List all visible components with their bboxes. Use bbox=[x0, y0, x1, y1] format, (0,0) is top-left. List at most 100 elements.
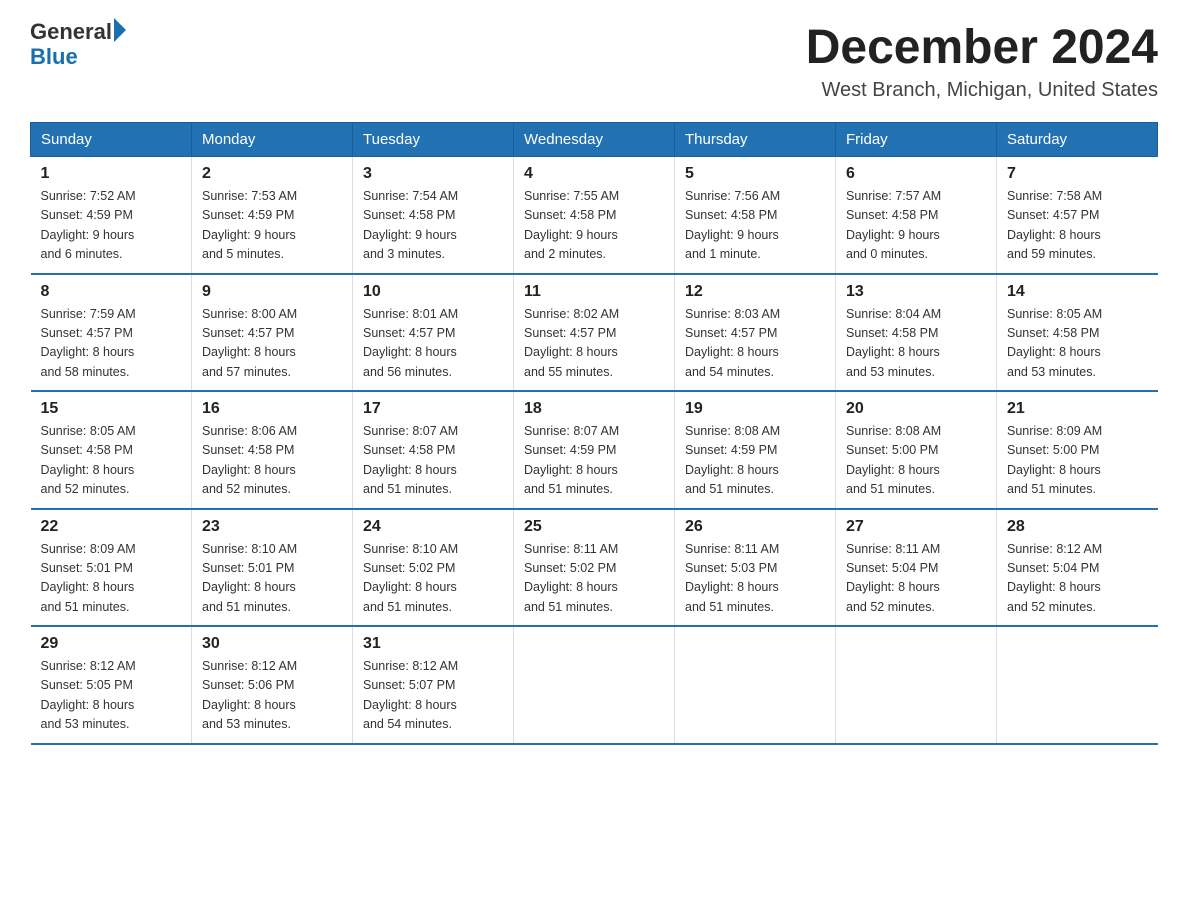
table-row: 4 Sunrise: 7:55 AMSunset: 4:58 PMDaylight… bbox=[514, 157, 675, 274]
day-info: Sunrise: 8:07 AMSunset: 4:59 PMDaylight:… bbox=[524, 422, 664, 500]
table-row: 17 Sunrise: 8:07 AMSunset: 4:58 PMDayligh… bbox=[353, 391, 514, 509]
day-number: 23 bbox=[202, 518, 342, 536]
day-info: Sunrise: 8:08 AMSunset: 4:59 PMDaylight:… bbox=[685, 422, 825, 500]
day-info: Sunrise: 8:11 AMSunset: 5:02 PMDaylight:… bbox=[524, 540, 664, 618]
table-row: 1 Sunrise: 7:52 AMSunset: 4:59 PMDaylight… bbox=[31, 157, 192, 274]
day-number: 17 bbox=[363, 400, 503, 418]
day-info: Sunrise: 8:10 AMSunset: 5:02 PMDaylight:… bbox=[363, 540, 503, 618]
table-row: 15Sunrise: 8:05 AMSunset: 4:58 PMDayligh… bbox=[31, 391, 192, 509]
day-number: 1 bbox=[41, 165, 182, 183]
day-number: 24 bbox=[363, 518, 503, 536]
calendar-week-row: 8Sunrise: 7:59 AMSunset: 4:57 PMDaylight… bbox=[31, 274, 1158, 392]
day-info: Sunrise: 8:08 AMSunset: 5:00 PMDaylight:… bbox=[846, 422, 986, 500]
day-info: Sunrise: 7:55 AMSunset: 4:58 PMDaylight:… bbox=[524, 187, 664, 265]
day-number: 15 bbox=[41, 400, 182, 418]
table-row: 6 Sunrise: 7:57 AMSunset: 4:58 PMDaylight… bbox=[836, 157, 997, 274]
day-info: Sunrise: 8:03 AMSunset: 4:57 PMDaylight:… bbox=[685, 305, 825, 383]
day-number: 20 bbox=[846, 400, 986, 418]
day-info: Sunrise: 8:12 AMSunset: 5:07 PMDaylight:… bbox=[363, 657, 503, 735]
header-sunday: Sunday bbox=[31, 123, 192, 157]
day-info: Sunrise: 7:57 AMSunset: 4:58 PMDaylight:… bbox=[846, 187, 986, 265]
day-number: 13 bbox=[846, 283, 986, 301]
table-row: 21 Sunrise: 8:09 AMSunset: 5:00 PMDayligh… bbox=[997, 391, 1158, 509]
day-number: 9 bbox=[202, 283, 342, 301]
table-row: 14Sunrise: 8:05 AMSunset: 4:58 PMDayligh… bbox=[997, 274, 1158, 392]
day-number: 5 bbox=[685, 165, 825, 183]
day-info: Sunrise: 8:10 AMSunset: 5:01 PMDaylight:… bbox=[202, 540, 342, 618]
table-row: 29Sunrise: 8:12 AMSunset: 5:05 PMDayligh… bbox=[31, 626, 192, 744]
table-row: 12 Sunrise: 8:03 AMSunset: 4:57 PMDayligh… bbox=[675, 274, 836, 392]
table-row: 27 Sunrise: 8:11 AMSunset: 5:04 PMDayligh… bbox=[836, 509, 997, 627]
day-info: Sunrise: 8:12 AMSunset: 5:04 PMDaylight:… bbox=[1007, 540, 1148, 618]
table-row: 22Sunrise: 8:09 AMSunset: 5:01 PMDayligh… bbox=[31, 509, 192, 627]
page-header: General Blue December 2024 West Branch, … bbox=[30, 20, 1158, 102]
table-row: 5 Sunrise: 7:56 AMSunset: 4:58 PMDaylight… bbox=[675, 157, 836, 274]
day-number: 6 bbox=[846, 165, 986, 183]
table-row: 18 Sunrise: 8:07 AMSunset: 4:59 PMDayligh… bbox=[514, 391, 675, 509]
day-number: 14 bbox=[1007, 283, 1148, 301]
month-title: December 2024 bbox=[806, 20, 1158, 75]
table-row: 2 Sunrise: 7:53 AMSunset: 4:59 PMDaylight… bbox=[192, 157, 353, 274]
title-section: December 2024 West Branch, Michigan, Uni… bbox=[806, 20, 1158, 102]
day-info: Sunrise: 7:54 AMSunset: 4:58 PMDaylight:… bbox=[363, 187, 503, 265]
table-row: 28Sunrise: 8:12 AMSunset: 5:04 PMDayligh… bbox=[997, 509, 1158, 627]
day-number: 18 bbox=[524, 400, 664, 418]
day-info: Sunrise: 8:12 AMSunset: 5:06 PMDaylight:… bbox=[202, 657, 342, 735]
day-info: Sunrise: 8:07 AMSunset: 4:58 PMDaylight:… bbox=[363, 422, 503, 500]
day-number: 27 bbox=[846, 518, 986, 536]
day-number: 4 bbox=[524, 165, 664, 183]
day-number: 19 bbox=[685, 400, 825, 418]
logo-blue: Blue bbox=[30, 44, 126, 70]
day-info: Sunrise: 8:00 AMSunset: 4:57 PMDaylight:… bbox=[202, 305, 342, 383]
table-row: 16 Sunrise: 8:06 AMSunset: 4:58 PMDayligh… bbox=[192, 391, 353, 509]
day-number: 21 bbox=[1007, 400, 1148, 418]
day-info: Sunrise: 7:53 AMSunset: 4:59 PMDaylight:… bbox=[202, 187, 342, 265]
table-row: 3Sunrise: 7:54 AMSunset: 4:58 PMDaylight… bbox=[353, 157, 514, 274]
day-info: Sunrise: 8:12 AMSunset: 5:05 PMDaylight:… bbox=[41, 657, 182, 735]
day-number: 12 bbox=[685, 283, 825, 301]
table-row: 25 Sunrise: 8:11 AMSunset: 5:02 PMDayligh… bbox=[514, 509, 675, 627]
day-number: 2 bbox=[202, 165, 342, 183]
table-row: 26Sunrise: 8:11 AMSunset: 5:03 PMDayligh… bbox=[675, 509, 836, 627]
day-info: Sunrise: 7:58 AMSunset: 4:57 PMDaylight:… bbox=[1007, 187, 1148, 265]
calendar-table: Sunday Monday Tuesday Wednesday Thursday… bbox=[30, 122, 1158, 745]
table-row: 19 Sunrise: 8:08 AMSunset: 4:59 PMDayligh… bbox=[675, 391, 836, 509]
day-number: 25 bbox=[524, 518, 664, 536]
day-number: 11 bbox=[524, 283, 664, 301]
table-row: 23 Sunrise: 8:10 AMSunset: 5:01 PMDayligh… bbox=[192, 509, 353, 627]
day-info: Sunrise: 8:06 AMSunset: 4:58 PMDaylight:… bbox=[202, 422, 342, 500]
calendar-week-row: 22Sunrise: 8:09 AMSunset: 5:01 PMDayligh… bbox=[31, 509, 1158, 627]
day-info: Sunrise: 8:11 AMSunset: 5:03 PMDaylight:… bbox=[685, 540, 825, 618]
day-info: Sunrise: 7:56 AMSunset: 4:58 PMDaylight:… bbox=[685, 187, 825, 265]
table-row bbox=[675, 626, 836, 744]
day-number: 8 bbox=[41, 283, 182, 301]
day-info: Sunrise: 8:09 AMSunset: 5:00 PMDaylight:… bbox=[1007, 422, 1148, 500]
header-tuesday: Tuesday bbox=[353, 123, 514, 157]
table-row: 11Sunrise: 8:02 AMSunset: 4:57 PMDayligh… bbox=[514, 274, 675, 392]
table-row: 20 Sunrise: 8:08 AMSunset: 5:00 PMDayligh… bbox=[836, 391, 997, 509]
logo-arrow-icon bbox=[114, 18, 126, 42]
logo-general: General bbox=[30, 20, 112, 44]
day-number: 7 bbox=[1007, 165, 1148, 183]
day-number: 22 bbox=[41, 518, 182, 536]
calendar-week-row: 1 Sunrise: 7:52 AMSunset: 4:59 PMDaylight… bbox=[31, 157, 1158, 274]
table-row: 31Sunrise: 8:12 AMSunset: 5:07 PMDayligh… bbox=[353, 626, 514, 744]
table-row: 30Sunrise: 8:12 AMSunset: 5:06 PMDayligh… bbox=[192, 626, 353, 744]
day-info: Sunrise: 8:11 AMSunset: 5:04 PMDaylight:… bbox=[846, 540, 986, 618]
table-row: 13 Sunrise: 8:04 AMSunset: 4:58 PMDayligh… bbox=[836, 274, 997, 392]
table-row: 9 Sunrise: 8:00 AMSunset: 4:57 PMDaylight… bbox=[192, 274, 353, 392]
day-info: Sunrise: 8:01 AMSunset: 4:57 PMDaylight:… bbox=[363, 305, 503, 383]
calendar-header-row: Sunday Monday Tuesday Wednesday Thursday… bbox=[31, 123, 1158, 157]
day-info: Sunrise: 8:04 AMSunset: 4:58 PMDaylight:… bbox=[846, 305, 986, 383]
day-number: 16 bbox=[202, 400, 342, 418]
table-row bbox=[997, 626, 1158, 744]
header-thursday: Thursday bbox=[675, 123, 836, 157]
table-row bbox=[836, 626, 997, 744]
header-monday: Monday bbox=[192, 123, 353, 157]
header-saturday: Saturday bbox=[997, 123, 1158, 157]
header-friday: Friday bbox=[836, 123, 997, 157]
header-wednesday: Wednesday bbox=[514, 123, 675, 157]
table-row: 7 Sunrise: 7:58 AMSunset: 4:57 PMDaylight… bbox=[997, 157, 1158, 274]
calendar-week-row: 15Sunrise: 8:05 AMSunset: 4:58 PMDayligh… bbox=[31, 391, 1158, 509]
day-info: Sunrise: 7:52 AMSunset: 4:59 PMDaylight:… bbox=[41, 187, 182, 265]
